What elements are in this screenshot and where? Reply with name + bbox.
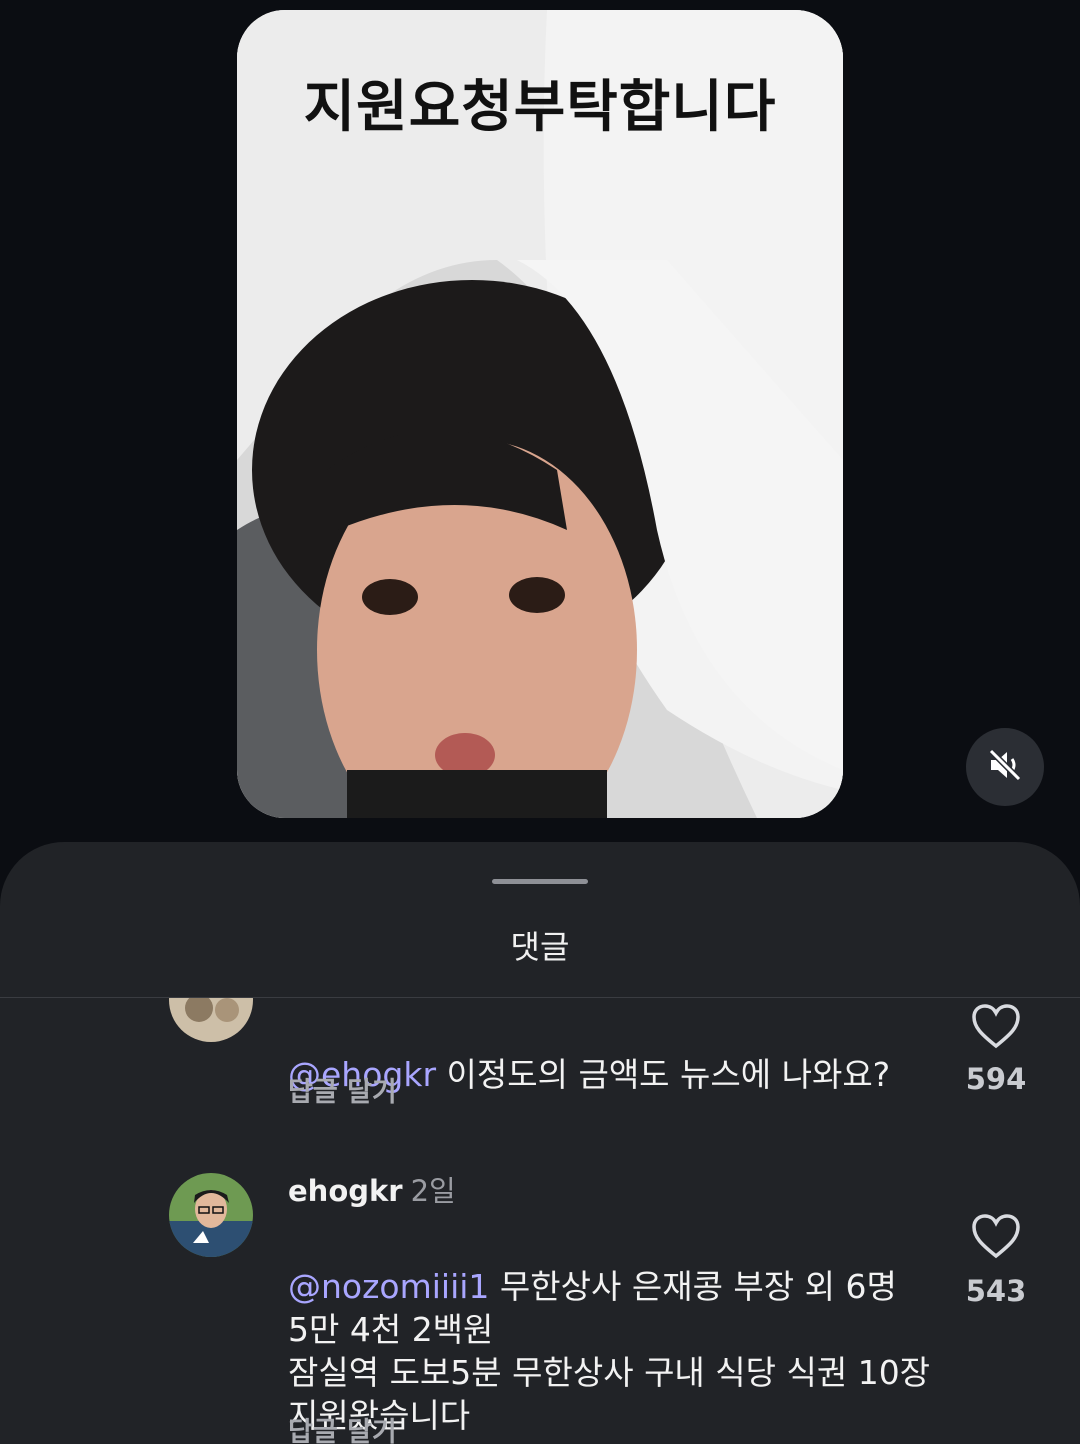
avatar[interactable] bbox=[169, 998, 253, 1042]
comment-list[interactable]: @ehogkr 이정도의 금액도 뉴스에 나와요? 답글 달기 594 ehog… bbox=[0, 998, 1080, 1444]
avatar[interactable] bbox=[169, 1173, 253, 1257]
video-player[interactable]: 지원요청부탁합니다 bbox=[237, 10, 843, 818]
like-button[interactable] bbox=[966, 998, 1026, 1058]
sheet-grabber[interactable] bbox=[492, 879, 588, 884]
mute-button[interactable] bbox=[966, 728, 1044, 806]
reply-button[interactable]: 답글 달기 bbox=[288, 1070, 397, 1109]
reply-button[interactable]: 답글 달기 bbox=[288, 1410, 397, 1444]
like-button[interactable] bbox=[966, 1208, 1026, 1268]
comment-username[interactable]: ehogkr 2일 bbox=[288, 1168, 456, 1210]
comments-sheet: 댓글 @ehogkr 이정도의 금액도 뉴스에 나와요? 답글 달기 594 e… bbox=[0, 842, 1080, 1444]
comment-text: @nozomiiii1 무한상사 은재콩 부장 외 6명 5만 4천 2백원 잠… bbox=[288, 1267, 931, 1435]
mention-link[interactable]: @nozomiiii1 bbox=[288, 1267, 489, 1306]
heart-icon bbox=[971, 1003, 1021, 1053]
video-caption: 지원요청부탁합니다 bbox=[303, 75, 777, 140]
heart-icon bbox=[971, 1213, 1021, 1263]
sheet-title: 댓글 bbox=[510, 928, 570, 966]
comment-time: 2일 bbox=[410, 1174, 456, 1208]
like-count: 543 bbox=[965, 1274, 1027, 1308]
like-count: 594 bbox=[965, 1062, 1027, 1096]
speaker-muted-icon bbox=[985, 745, 1025, 789]
